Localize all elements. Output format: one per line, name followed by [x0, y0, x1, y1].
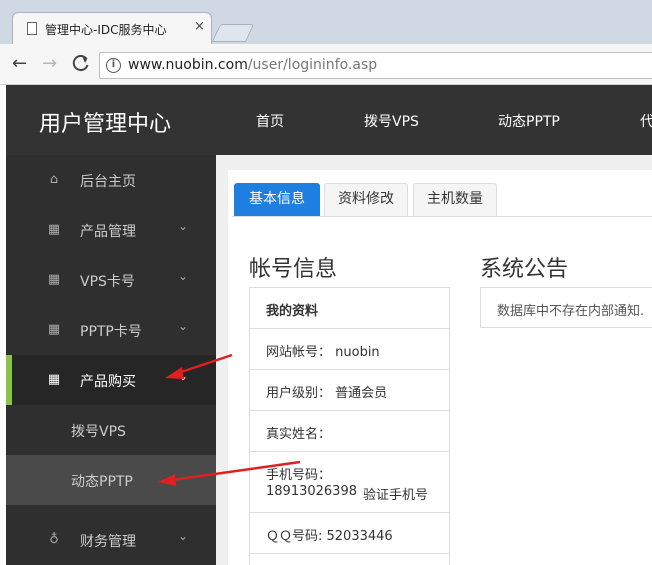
grid-icon: ▦ — [47, 372, 61, 387]
real-name-row: 真实姓名： — [250, 411, 449, 452]
site-account: 网站帐号： nuobin — [266, 345, 380, 360]
profile-header-row: 我的资料 — [250, 288, 449, 329]
sidebar-subitem-dynamic-pptp[interactable]: 动态PPTP — [6, 455, 216, 505]
phone-label: 手机号码： — [266, 468, 332, 483]
tab-host-count[interactable]: 主机数量 — [413, 183, 497, 216]
sidebar-item-vps-cards[interactable]: ▦ VPS卡号 ⌄ — [6, 255, 216, 305]
notice-text: 数据库中不存在内部通知. — [497, 304, 645, 319]
sidebar: ⌂ 后台主页 ▦ 产品管理 ⌄ ▦ VPS卡号 ⌄ ▦ PPTP卡号 ⌄ ▦ 产… — [6, 155, 216, 565]
real-name: 真实姓名： — [266, 427, 332, 442]
sidebar-item-label: PPTP卡号 — [80, 324, 142, 340]
chevron-down-icon: ⌄ — [178, 319, 189, 333]
topnav-dynamic-pptp[interactable]: 动态PPTP — [498, 111, 560, 131]
sidebar-item-home[interactable]: ⌂ 后台主页 — [6, 155, 216, 205]
sidebar-item-pptp-cards[interactable]: ▦ PPTP卡号 ⌄ — [6, 305, 216, 355]
topnav-more[interactable]: 代 — [640, 111, 652, 131]
home-icon: ⌂ — [49, 172, 59, 187]
user-level: 用户级别： 普通会员 — [266, 386, 388, 401]
sidebar-item-label: 产品购买 — [80, 374, 136, 390]
address-bar[interactable]: i www.nuobin.com/user/logininfo.asp — [99, 52, 652, 79]
forward-arrow-icon[interactable]: → — [42, 53, 57, 75]
info-icon[interactable]: i — [106, 58, 121, 73]
active-indicator — [6, 355, 12, 405]
tab-title: 管理中心-IDC服务中心 — [45, 23, 167, 37]
url-host: www.nuobin.com — [128, 57, 248, 73]
tab-basic-info[interactable]: 基本信息 — [234, 183, 320, 216]
url-path: /user/logininfo.asp — [247, 57, 378, 73]
chevron-down-icon: ⌄ — [178, 269, 189, 283]
sidebar-subitem-dial-vps[interactable]: 拨号VPS — [6, 405, 216, 455]
phone-row: 手机号码： 18913026398 验证手机号 — [250, 452, 449, 513]
sidebar-item-products[interactable]: ▦ 产品管理 ⌄ — [6, 205, 216, 255]
sidebar-item-label: 后台主页 — [80, 174, 136, 190]
phone-value: 18913026398 — [266, 484, 357, 499]
system-notice-title: 系统公告 — [480, 257, 569, 282]
close-icon[interactable]: × — [194, 19, 205, 34]
sidebar-subitem-label: 动态PPTP — [71, 474, 133, 490]
qq-row: ＱＱ号码: 52033446 — [250, 513, 449, 554]
reload-icon[interactable] — [72, 53, 90, 79]
document-icon — [27, 22, 37, 35]
money-bag-icon: ♁ — [49, 532, 59, 547]
grid-icon: ▦ — [47, 322, 61, 337]
brand-title: 用户管理中心 — [39, 112, 172, 137]
chevron-down-icon: ⌄ — [178, 529, 189, 543]
chevron-down-icon: ⌄ — [178, 219, 189, 233]
tab-edit-profile[interactable]: 资料修改 — [324, 183, 408, 216]
sidebar-item-purchase[interactable]: ▦ 产品购买 ⌄ — [6, 355, 216, 405]
topnav-home[interactable]: 首页 — [256, 111, 284, 131]
browser-toolbar: ← → i www.nuobin.com/user/logininfo.asp — [0, 44, 652, 85]
browser-tabstrip: 管理中心-IDC服务中心 × — [0, 0, 652, 44]
notice-box: 数据库中不存在内部通知. — [480, 287, 652, 328]
sidebar-subitem-label: 拨号VPS — [71, 424, 126, 440]
qq-number: ＱＱ号码: 52033446 — [266, 529, 393, 544]
site-account-row: 网站帐号： nuobin — [250, 329, 449, 370]
tab-divider — [232, 216, 652, 217]
sidebar-item-label: 财务管理 — [80, 534, 136, 550]
profile-box: 我的资料 网站帐号： nuobin 用户级别： 普通会员 真实姓名： 手机号码：… — [249, 287, 450, 565]
verify-phone-link[interactable]: 验证手机号 — [363, 484, 428, 503]
user-level-row: 用户级别： 普通会员 — [250, 370, 449, 411]
topnav-dial-vps[interactable]: 拨号VPS — [364, 111, 419, 131]
grid-icon: ▦ — [47, 222, 61, 237]
account-info-title: 帐号信息 — [249, 257, 338, 282]
profile-header: 我的资料 — [266, 304, 319, 319]
browser-tab[interactable]: 管理中心-IDC服务中心 × — [12, 12, 212, 44]
grid-icon: ▦ — [47, 272, 61, 287]
back-arrow-icon[interactable]: ← — [12, 53, 27, 75]
sidebar-item-finance[interactable]: ♁ 财务管理 ⌄ — [6, 515, 216, 565]
chevron-down-icon: ⌄ — [178, 369, 189, 383]
url-text: www.nuobin.com/user/logininfo.asp — [128, 57, 377, 73]
reload-svg — [72, 55, 89, 72]
app-header: 用户管理中心 首页 拨号VPS 动态PPTP 代 — [6, 85, 652, 155]
sidebar-item-label: VPS卡号 — [80, 274, 135, 290]
new-tab-button[interactable] — [211, 24, 255, 42]
sidebar-item-label: 产品管理 — [80, 224, 136, 240]
